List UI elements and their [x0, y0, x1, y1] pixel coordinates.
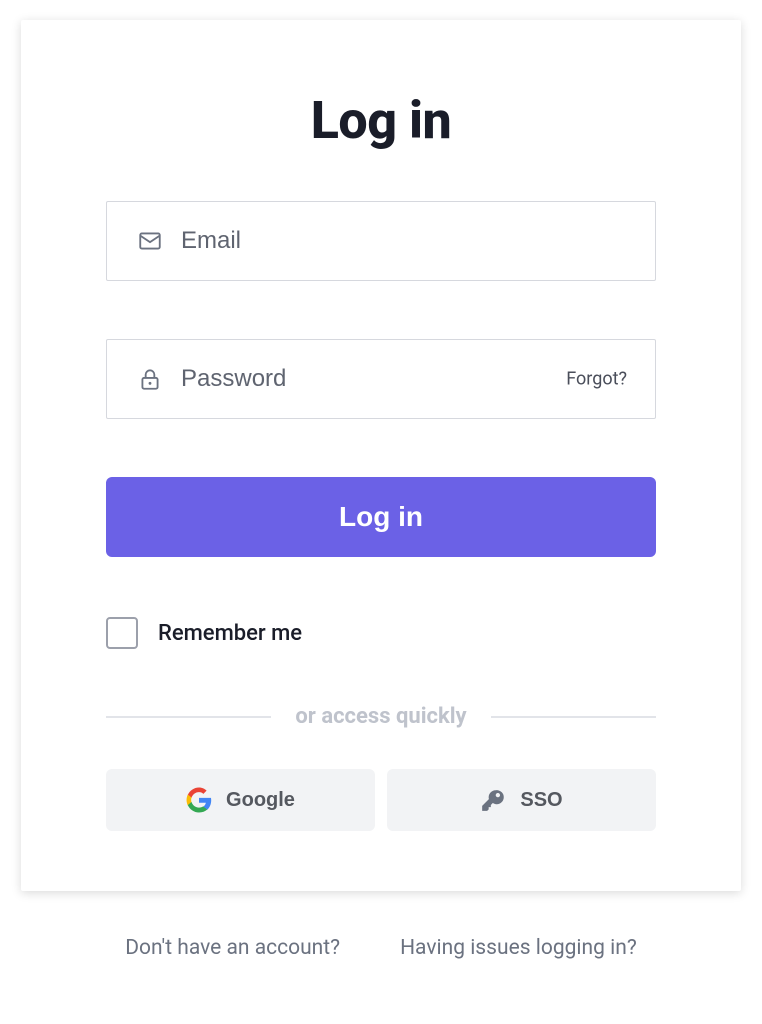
- signup-link[interactable]: Don't have an account?: [125, 936, 340, 960]
- sso-button-label: SSO: [520, 789, 562, 812]
- password-field[interactable]: Forgot?: [106, 339, 656, 419]
- page-title: Log in: [311, 90, 452, 151]
- key-icon: [480, 787, 506, 813]
- login-issues-link[interactable]: Having issues logging in?: [400, 936, 637, 960]
- lock-icon: [137, 366, 163, 392]
- mail-icon: [137, 228, 163, 254]
- footer-links: Don't have an account? Having issues log…: [125, 936, 637, 960]
- password-field-wrap: Forgot?: [106, 339, 656, 419]
- sso-login-button[interactable]: SSO: [387, 769, 656, 831]
- google-button-label: Google: [226, 789, 295, 812]
- email-field-wrap: [106, 201, 656, 281]
- divider-text: or access quickly: [295, 704, 466, 729]
- remember-me-label: Remember me: [158, 621, 302, 646]
- email-field[interactable]: [106, 201, 656, 281]
- remember-me-checkbox[interactable]: [106, 617, 138, 649]
- google-login-button[interactable]: Google: [106, 769, 375, 831]
- social-login-row: Google SSO: [106, 769, 656, 831]
- divider-line-left: [106, 716, 271, 718]
- remember-me-wrap: Remember me: [106, 617, 656, 649]
- divider-line-right: [491, 716, 656, 718]
- login-card: Log in Forgot? Log in Remember me or acc…: [21, 20, 741, 891]
- email-input[interactable]: [181, 227, 625, 255]
- social-divider: or access quickly: [106, 704, 656, 729]
- password-input[interactable]: [181, 365, 625, 393]
- google-icon: [186, 787, 212, 813]
- login-button[interactable]: Log in: [106, 477, 656, 557]
- forgot-password-link[interactable]: Forgot?: [566, 369, 627, 390]
